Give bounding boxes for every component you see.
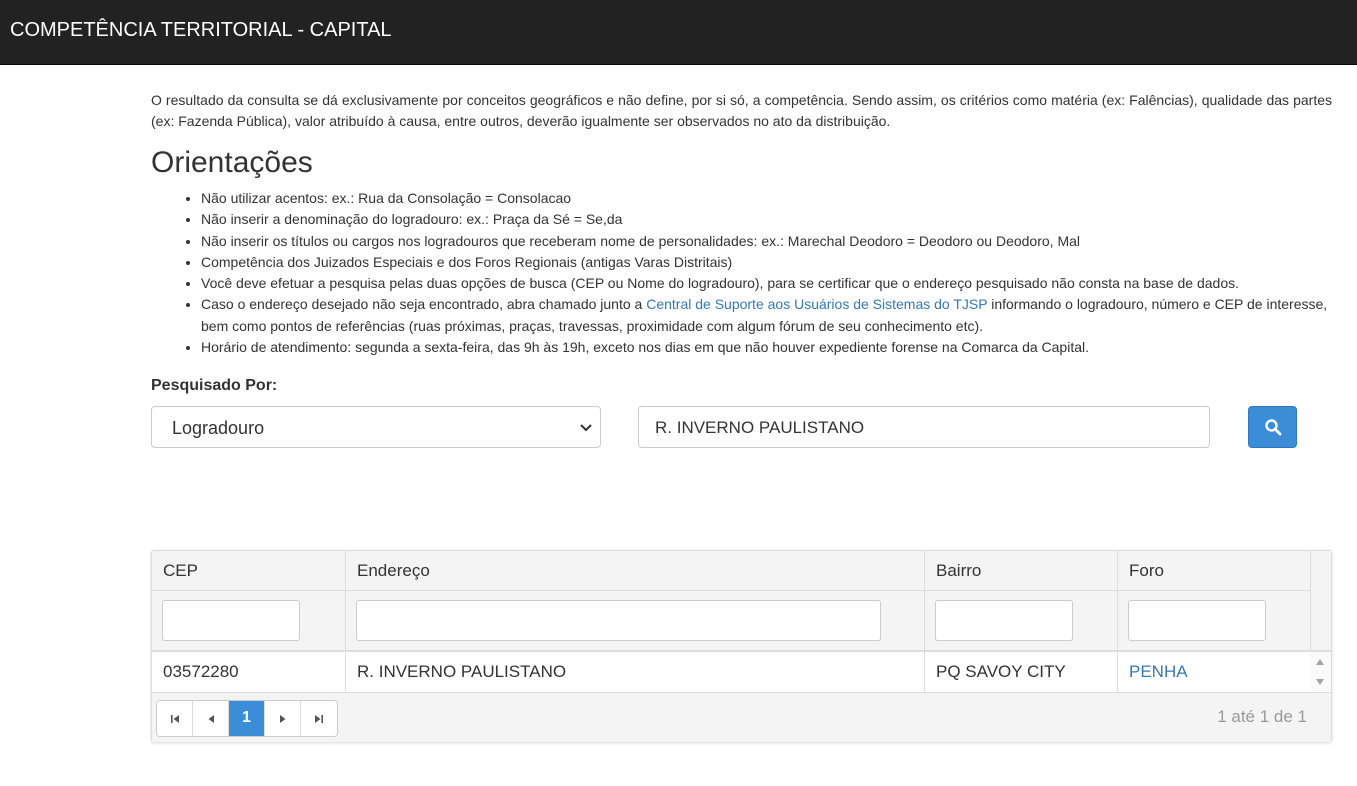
scroll-up-icon[interactable] [1316,659,1324,665]
column-header-cep[interactable]: CEP [152,551,346,650]
filter-input-endereco[interactable] [356,600,881,641]
vertical-scrollbar[interactable] [1311,652,1331,692]
column-label: Bairro [936,561,982,580]
guideline-item-support: Caso o endereço desejado não seja encont… [201,294,1332,337]
search-input[interactable]: R. INVERNO PAULISTANO [638,406,1210,448]
first-page-icon [171,715,179,723]
search-by-label: Pesquisado Por: [151,377,278,394]
grid-footer: 1 1 até 1 de 1 [152,692,1331,742]
cell-bairro: PQ SAVOY CITY [925,652,1118,692]
current-page-number: 1 [242,709,251,726]
prev-page-button[interactable] [193,701,229,736]
scroll-down-icon[interactable] [1316,679,1324,685]
column-label: Endereço [357,561,430,580]
column-header-foro[interactable]: Foro [1118,551,1311,650]
cell-foro: PENHA [1118,652,1311,692]
guideline-item: Não inserir os títulos ou cargos nos log… [201,231,1332,252]
page-button-current[interactable]: 1 [229,701,265,736]
search-button[interactable] [1248,406,1297,448]
pagination: 1 [156,700,338,737]
page-title: COMPETÊNCIA TERRITORIAL - CAPITAL [10,19,392,41]
bairro-value: PQ SAVOY CITY [936,662,1066,681]
column-header-bairro[interactable]: Bairro [925,551,1118,650]
first-page-button[interactable] [157,701,193,736]
filter-input-foro[interactable] [1128,600,1266,641]
guideline-item: Não utilizar acentos: ex.: Rua da Consol… [201,188,1332,209]
next-page-button[interactable] [265,701,301,736]
pagination-info: 1 até 1 de 1 [1217,707,1307,726]
search-icon [1265,419,1282,436]
column-label: CEP [163,561,198,580]
search-input-value: R. INVERNO PAULISTANO [655,418,865,437]
column-header-endereco[interactable]: Endereço [346,551,925,650]
guidelines-heading: Orientações [151,146,313,179]
main-content: O resultado da consulta se dá exclusivam… [151,90,1332,358]
grid-header: CEP Endereço Bairro Foro [152,551,1311,652]
results-grid: CEP Endereço Bairro Foro 03572280 R. INV… [151,550,1332,742]
table-row[interactable]: 03572280 R. INVERNO PAULISTANO PQ SAVOY … [152,652,1311,692]
last-page-icon [315,715,323,723]
search-type-select[interactable]: Logradouro [151,406,601,448]
endereco-value: R. INVERNO PAULISTANO [357,662,567,681]
filter-input-bairro[interactable] [935,600,1073,641]
cell-cep: 03572280 [152,652,346,692]
last-page-button[interactable] [301,701,337,736]
foro-link[interactable]: PENHA [1129,662,1188,682]
support-center-link[interactable]: Central de Suporte aos Usuários de Siste… [646,296,987,312]
next-page-icon [280,715,286,723]
cell-endereco: R. INVERNO PAULISTANO [346,652,925,692]
guideline-item: Não inserir a denominação do logradouro:… [201,209,1332,230]
chevron-down-icon [580,424,592,432]
disclaimer-text: O resultado da consulta se dá exclusivam… [151,92,1332,129]
support-text-before: Caso o endereço desejado não seja encont… [201,296,647,313]
guideline-item: Competência dos Juizados Especiais e dos… [201,252,1332,273]
filter-input-cep[interactable] [162,600,300,641]
prev-page-icon [208,715,214,723]
search-type-value: Logradouro [172,418,265,438]
guidelines-list: Não utilizar acentos: ex.: Rua da Consol… [151,188,1332,358]
column-label: Foro [1129,561,1164,580]
guideline-item-hours: Horário de atendimento: segunda a sexta-… [201,337,1332,358]
guideline-item: Você deve efetuar a pesquisa pelas duas … [201,273,1332,294]
cep-value: 03572280 [163,662,239,681]
top-navbar: COMPETÊNCIA TERRITORIAL - CAPITAL [0,0,1357,65]
